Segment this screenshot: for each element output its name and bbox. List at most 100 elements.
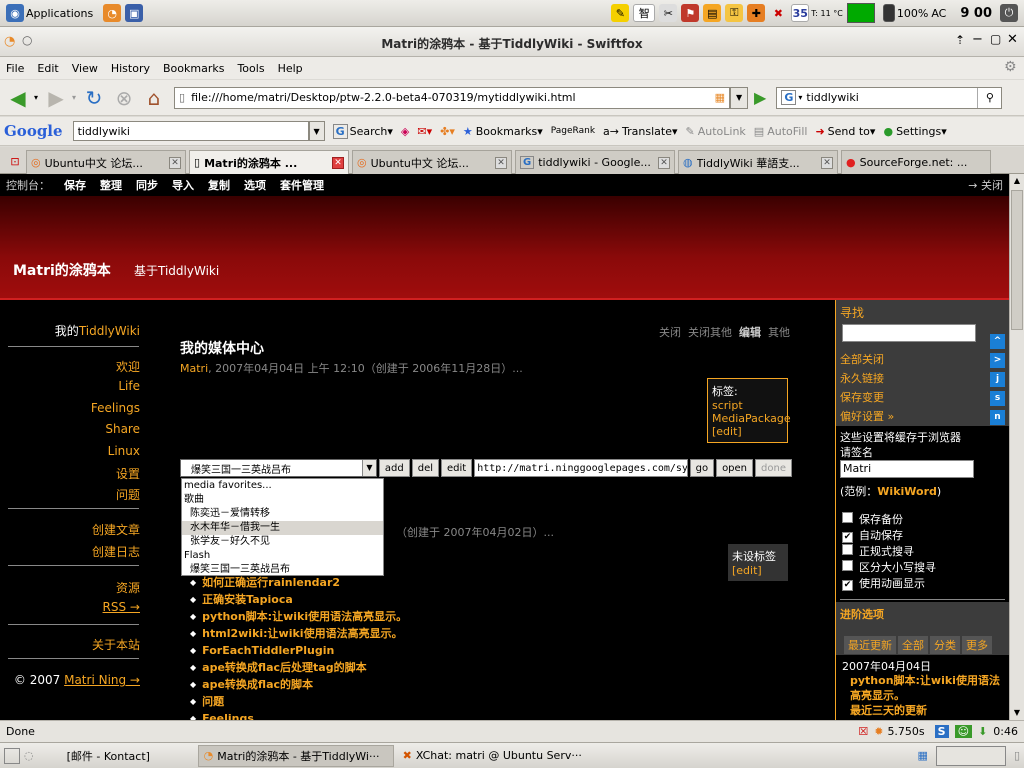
list-item[interactable]: 正确安装Tapioca [190,591,407,608]
backstage-copy[interactable]: 复制 [208,177,230,193]
media-del-button[interactable]: del [411,459,440,477]
scroll-down-icon[interactable]: ▼ [1010,706,1024,720]
bookmarks-button[interactable]: ★ Bookmarks ▾ [463,125,543,138]
close-all-link[interactable]: 全部关闭 [840,350,894,369]
autofill-button[interactable]: ▤ AutoFill [754,125,808,138]
media-option[interactable]: media favorites... [182,479,383,493]
google-search-button[interactable]: G Search ▾ [332,123,393,139]
menu-welcome[interactable]: 欢迎 [116,358,140,375]
tag-script[interactable]: script [712,399,783,412]
news-icon[interactable]: ◈ [401,125,409,138]
gmail-icon[interactable]: ✉▾ [417,125,432,138]
list-item[interactable]: ape转换成flac的脚本 [190,676,407,693]
pagerank-indicator[interactable]: PageRank [551,126,595,136]
google-query-input[interactable]: tiddlywiki [72,121,309,141]
tab-close-icon[interactable]: ✕ [658,156,670,169]
reload-icon[interactable]: ↻ [80,84,108,112]
autolink-button[interactable]: ✎ AutoLink [686,125,746,138]
puzzle-icon[interactable]: ✤▾ [440,125,455,138]
tab-close-icon[interactable]: ✕ [332,156,344,169]
wikiword-link[interactable]: WikiWord [877,485,937,498]
tiddler-more[interactable]: 其他 [768,326,790,339]
show-desktop-icon[interactable] [4,747,20,764]
kontact-icon[interactable]: ◌ [24,749,34,762]
save-changes-link[interactable]: 保存变更 [840,388,894,407]
tab-close-icon[interactable]: ✕ [169,156,181,169]
media-option-selected[interactable]: 水木年华－借我一生 [182,521,383,535]
search-engine-dropdown-icon[interactable]: ▾ [798,93,802,102]
desktop-icon[interactable]: ▣ [125,4,144,22]
workspace-switcher[interactable] [935,745,1006,766]
block-icon[interactable]: ☒ [858,725,868,738]
backstage-close[interactable]: → 关闭 [968,177,1003,193]
tab-matri-tiddlywiki[interactable]: ▯ Matri的涂鸦本 ... ✕ [189,150,349,174]
rss-feed-icon[interactable]: ▦ [715,91,725,104]
media-option-group[interactable]: 歌曲 [182,493,383,507]
backstage-save[interactable]: 保存 [64,177,86,193]
stop-icon[interactable]: ⊗ [110,84,138,112]
j-icon[interactable]: j [990,372,1005,387]
home-icon[interactable]: ⌂ [140,84,168,112]
select-dropdown-icon[interactable]: ▼ [361,460,376,476]
firebug-icon[interactable]: ✹ [874,725,883,738]
menu-new-article[interactable]: 创建文章 [92,521,140,538]
vertical-scrollbar[interactable]: ▲ ▼ [1009,174,1024,720]
menu-edit[interactable]: Edit [37,62,58,75]
menu-tools[interactable]: Tools [237,62,264,75]
list-item[interactable]: 如何正确运行rainlendar2 [190,574,407,591]
backstage-options[interactable]: 选项 [244,177,266,193]
tab-tiddlywiki-chinese[interactable]: ◍ TiddlyWiki 華語支... ✕ [678,150,838,174]
clock[interactable]: 9 00 [960,6,992,21]
ime-indicator[interactable]: 智 [633,4,656,22]
s-icon[interactable]: s [990,391,1005,406]
task-xchat[interactable]: ✖ XChat: matri @ Ubuntu Serv··· [398,745,598,767]
tab-tags[interactable]: 分类 [930,636,960,654]
search-magnifier-icon[interactable]: ⚲ [977,87,1001,108]
menu-new-journal[interactable]: 创建日志 [92,543,140,560]
task-kontact[interactable]: [邮件 - Kontact] [62,745,194,767]
back-history-icon[interactable]: ▾ [34,93,38,102]
menu-bookmarks[interactable]: Bookmarks [163,62,224,75]
next-icon[interactable]: > [990,353,1005,368]
scrollbar-thumb[interactable] [1011,190,1023,330]
option-regex-search[interactable]: 正规式搜寻 [842,544,936,560]
author-link[interactable]: Matri Ning → [64,673,140,687]
media-edit-button[interactable]: edit [441,459,473,477]
menu-life[interactable]: Life [118,379,140,393]
maximize-icon[interactable]: ▢ [990,32,1001,46]
list-item[interactable]: html2wiki:让wiki使用语法高亮显示。 [190,625,407,642]
menu-feelings[interactable]: Feelings [91,401,140,415]
tiddler-close-others[interactable]: 关闭其他 [688,326,732,339]
list-item[interactable]: python脚本:让wiki使用语法高亮显示。 [190,608,407,625]
tiddler-edit[interactable]: 编辑 [739,326,761,339]
site-title[interactable]: Matri的涂鸦本 [13,260,111,280]
shade-icon[interactable]: ⇡ [955,33,965,47]
menu-rss[interactable]: RSS → [103,600,140,614]
tab-close-icon[interactable]: ✕ [495,156,507,169]
forward-arrow-icon[interactable]: ▶ [42,84,70,112]
advanced-options-link[interactable]: 进阶选项 [840,606,884,622]
backstage-sync[interactable]: 同步 [136,177,158,193]
backstage-organize[interactable]: 整理 [100,177,122,193]
n-icon[interactable]: n [990,410,1005,425]
checkbox[interactable] [842,544,853,555]
media-option[interactable]: 张学友－好久不见 [182,535,383,549]
checkbox-checked[interactable]: ✔ [842,580,853,591]
option-animations[interactable]: ✔ 使用动画显示 [842,576,936,592]
search-box[interactable]: G ▾ tiddlywiki ⚲ [776,86,1003,109]
tab-more[interactable]: 更多 [962,636,992,654]
minimize-icon[interactable]: − [972,32,983,47]
network-icon[interactable]: ⚑ [681,4,700,22]
package-icon[interactable]: ▤ [703,4,722,22]
close-app-icon[interactable]: ✖ [769,4,787,22]
workspace-switcher-icon[interactable]: ▦ [918,749,928,762]
translate-button[interactable]: a→ Translate ▾ [603,125,677,138]
media-option-group[interactable]: Flash [182,549,383,563]
url-dropdown-icon[interactable]: ▼ [730,86,749,109]
tags-edit[interactable]: [edit] [732,564,784,577]
option-autosave[interactable]: ✔ 自动保存 [842,528,936,544]
tab-close-icon[interactable]: ✕ [821,156,833,169]
preferences-link[interactable]: 偏好设置 » [840,407,894,426]
close-window-icon[interactable]: ✕ [1007,32,1018,47]
media-add-button[interactable]: add [378,459,410,477]
